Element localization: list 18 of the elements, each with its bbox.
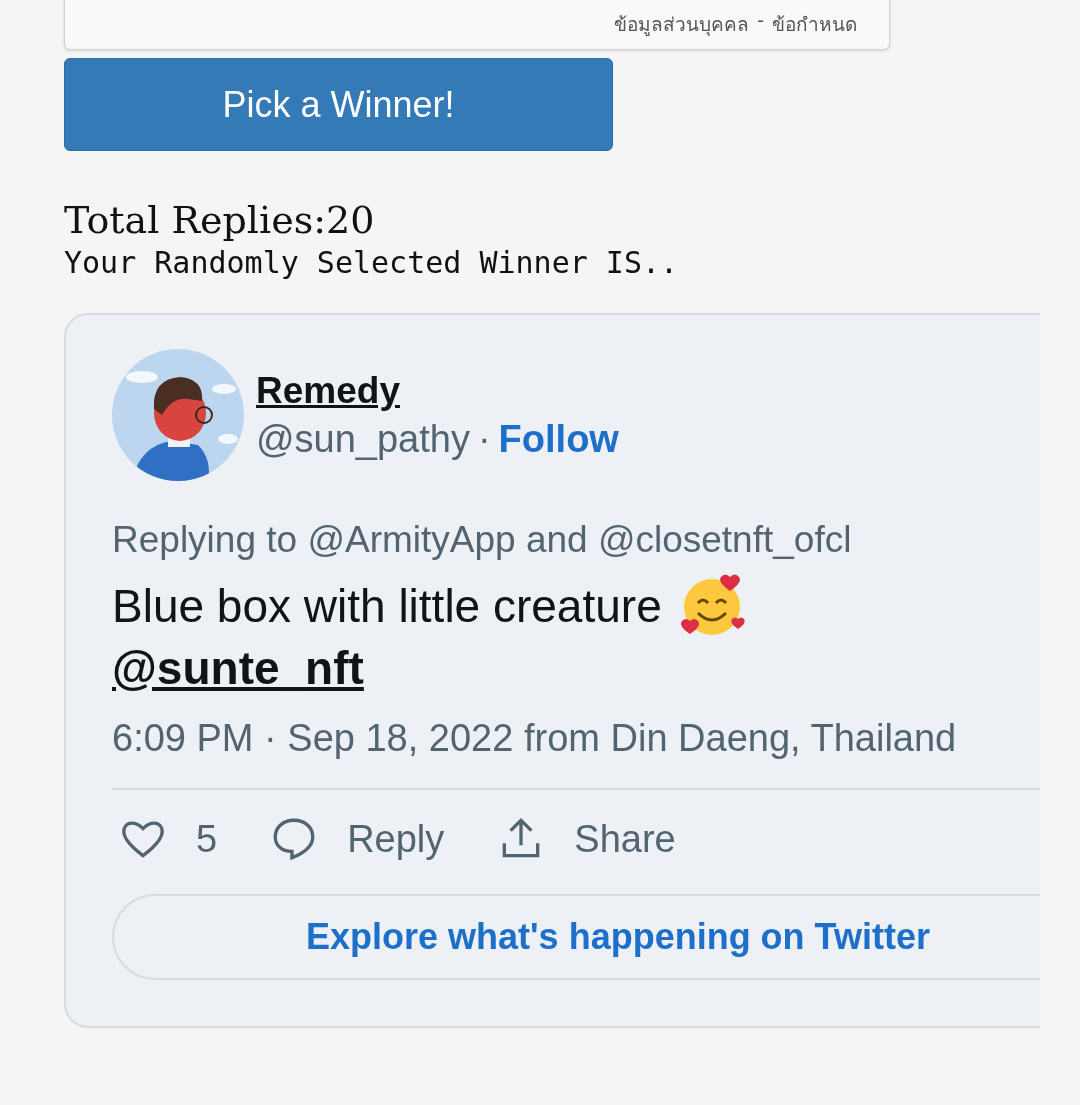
follow-link[interactable]: Follow — [498, 417, 619, 461]
author-handle: @sun_pathy — [256, 417, 470, 461]
total-replies: Total Replies:20 — [64, 197, 376, 243]
winner-heading: Your Randomly Selected Winner IS.. — [64, 244, 680, 282]
reply-link[interactable]: Reply — [347, 817, 445, 861]
separator-dot: · — [477, 417, 491, 461]
replying-to: Replying to @ArmityApp and @closetnft_ofcl — [112, 519, 853, 561]
tweet-timestamp: 6:09 PM · Sep 18, 2022 from Din Daeng, Thailand — [112, 717, 958, 760]
explore-button[interactable]: Explore what's happening on Twitter — [112, 894, 1040, 980]
terms-link[interactable]: ข้อกำหนด — [772, 8, 857, 39]
pick-winner-button[interactable]: Pick a Winner! — [64, 58, 613, 151]
like-count[interactable]: 5 — [196, 817, 218, 861]
separator: - — [757, 8, 764, 33]
tweet-text: Blue box with little creature — [112, 579, 662, 633]
share-link[interactable]: Share — [574, 817, 676, 861]
mention-link[interactable]: @sunte_nft — [112, 641, 364, 695]
privacy-link[interactable]: ข้อมูลส่วนบุคคล — [614, 8, 750, 39]
author-name[interactable]: Remedy — [256, 369, 619, 412]
